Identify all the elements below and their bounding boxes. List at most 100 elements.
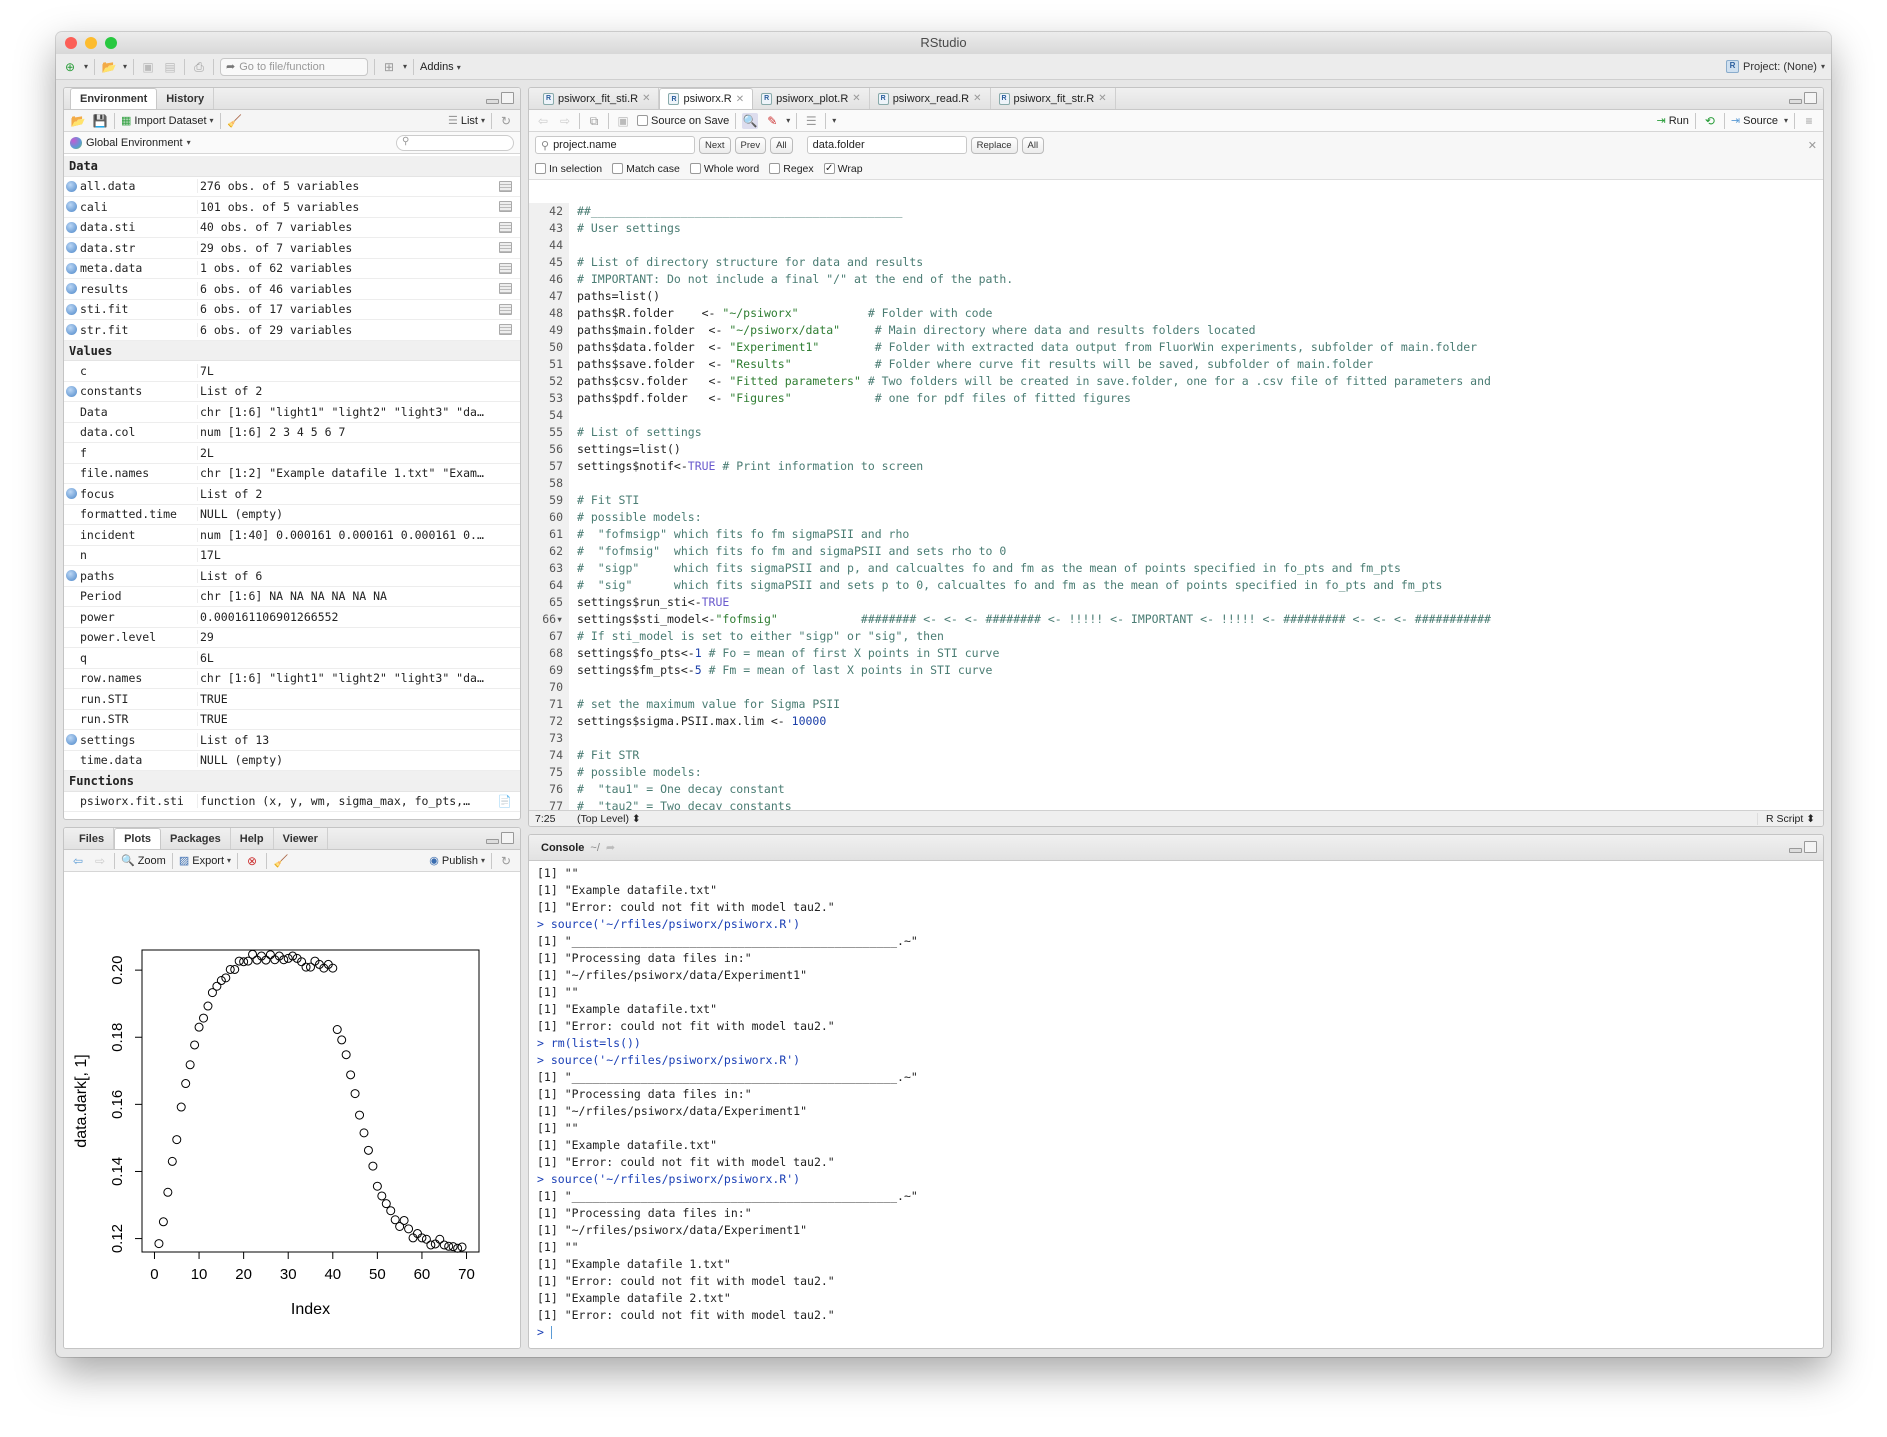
env-row-c[interactable]: c 7L [64,361,520,382]
env-row-data-col[interactable]: data.col num [1:6] 2 3 4 5 6 7 [64,423,520,443]
code-tools-wand-icon[interactable]: ✎ [764,113,780,129]
tab-viewer[interactable]: Viewer [274,828,328,849]
expand-arrow-icon[interactable] [65,180,77,192]
editor-tab-psiworx-read-R[interactable]: Rpsiworx_read.R ✕ [870,88,991,109]
code-line[interactable]: settings$run_sti<-TRUE [577,594,1823,611]
refresh-icon[interactable]: ↻ [498,113,514,129]
option-match-case-checkbox[interactable]: Match case [612,163,680,175]
env-search-input[interactable]: ⚲ [396,134,514,151]
code-line[interactable]: # User settings [577,220,1823,237]
minimize-pane-button[interactable] [1789,847,1802,853]
view-table-icon[interactable] [498,303,512,315]
replace-input[interactable]: data.folder [806,136,967,154]
code-line[interactable]: # "fofmsig" which fits fo fm and sigmaPS… [577,543,1823,560]
view-table-icon[interactable] [498,242,512,254]
console-output[interactable]: [1] "" [1] "Example datafile.txt" [1] "Err… [529,861,1823,1348]
remove-plot-icon[interactable]: ⊗ [244,853,260,869]
show-in-window-icon[interactable]: ⧉ [586,113,602,129]
option-whole-word-checkbox[interactable]: Whole word [689,163,759,175]
forward-arrow-icon[interactable]: ⇨ [557,113,573,129]
pane-layout-icon[interactable]: ⊞ [381,59,397,75]
env-row-file-names[interactable]: file.names chr [1:2] "Example datafile 1.… [64,464,520,484]
view-table-icon[interactable] [498,180,512,192]
code-line[interactable]: # possible models: [577,509,1823,526]
find-prev-button[interactable]: Prev [734,136,767,154]
code-line[interactable]: # Fit STI [577,492,1823,509]
code-line[interactable]: # set the maximum value for Sigma PSII [577,696,1823,713]
view-table-icon[interactable] [498,262,512,274]
env-row-n[interactable]: n 17L [64,546,520,566]
option-wrap-checkbox[interactable]: ✓ Wrap [823,163,863,175]
broom-icon[interactable]: 🧹 [227,113,243,129]
editor-tab-psiworx-plot-R[interactable]: Rpsiworx_plot.R ✕ [753,88,870,109]
code-line[interactable] [577,475,1823,492]
source-button[interactable]: ⇥ Source [1731,114,1778,128]
code-line[interactable]: paths$pdf.folder <- "Figures" # one for … [577,390,1823,407]
maximize-pane-button[interactable] [1804,92,1817,104]
source-dropdown[interactable]: ▾ [1784,116,1788,125]
code-line[interactable]: settings$fm_pts<-5 # Fm = mean of last X… [577,662,1823,679]
replace-button[interactable]: Replace [970,136,1018,154]
expand-arrow-icon[interactable] [65,283,77,295]
expand-arrow-icon[interactable] [65,303,77,315]
code-line[interactable]: paths$data.folder <- "Experiment1" # Fol… [577,339,1823,356]
code-line[interactable]: # possible models: [577,764,1823,781]
expand-arrow-icon[interactable] [65,262,77,274]
open-dropdown[interactable]: ▾ [123,62,127,71]
editor-tab-psiworx-fit-sti-R[interactable]: Rpsiworx_fit_sti.R ✕ [535,88,660,109]
code-line[interactable]: # "sigp" which fits sigmaPSII and p, and… [577,560,1823,577]
expand-arrow-icon[interactable] [65,734,77,746]
tab-history[interactable]: History [157,88,215,109]
save-icon[interactable]: ▣ [615,113,631,129]
code-line[interactable]: paths$R.folder <- "~/psiworx" # Folder w… [577,305,1823,322]
env-row-data-sti[interactable]: data.sti 40 obs. of 7 variables [64,218,520,238]
maximize-pane-button[interactable] [501,832,514,844]
scope-selector[interactable]: (Top Level) ⬍ [569,813,641,825]
new-file-icon[interactable]: ⊕ [62,59,78,75]
file-type-selector[interactable]: R Script ⬍ [1756,812,1823,825]
env-row-constants[interactable]: constants List of 2 [64,382,520,402]
code-line[interactable] [577,679,1823,696]
view-mode-dropdown[interactable]: ☰ List ▾ [448,114,485,128]
close-tab-icon[interactable]: ✕ [973,93,981,104]
layout-dropdown[interactable]: ▾ [403,62,407,71]
env-row-run-STR[interactable]: run.STR TRUE [64,710,520,730]
code-line[interactable]: settings$sigma.PSII.max.lim <- 10000 [577,713,1823,730]
env-row-str-fit[interactable]: str.fit 6 obs. of 29 variables [64,320,520,341]
go-to-directory-icon[interactable]: ➦ [606,841,615,854]
save-all-icon[interactable]: ▤ [162,59,178,75]
env-row-formatted-time[interactable]: formatted.time NULL (empty) [64,505,520,525]
close-window-button[interactable] [65,37,77,49]
env-row-settings[interactable]: settings List of 13 [64,730,520,751]
code-lines[interactable]: ##______________________________________… [569,203,1823,810]
tab-packages[interactable]: Packages [161,828,231,849]
source-on-save-checkbox[interactable]: Source on Save [637,115,729,127]
env-row-meta-data[interactable]: meta.data 1 obs. of 62 variables [64,259,520,279]
code-line[interactable]: settings$notif<-TRUE # Print information… [577,458,1823,475]
expand-arrow-icon[interactable] [65,570,77,582]
minimize-pane-button[interactable] [1789,98,1802,104]
code-line[interactable]: paths$save.folder <- "Results" # Folder … [577,356,1823,373]
open-folder-icon[interactable]: 📂 [101,59,117,75]
back-arrow-icon[interactable]: ⇦ [70,853,86,869]
code-line[interactable]: paths=list() [577,288,1823,305]
env-row-results[interactable]: results 6 obs. of 46 variables [64,279,520,300]
expand-arrow-icon[interactable] [65,488,77,500]
code-line[interactable]: settings=list() [577,441,1823,458]
code-line[interactable]: # IMPORTANT: Do not include a final "/" … [577,271,1823,288]
expand-arrow-icon[interactable] [65,242,77,254]
env-row-cali[interactable]: cali 101 obs. of 5 variables [64,197,520,218]
code-line[interactable]: ##______________________________________… [577,203,1823,220]
env-row-sti-fit[interactable]: sti.fit 6 obs. of 17 variables [64,300,520,320]
import-dataset-button[interactable]: ▦ Import Dataset ▾ [121,114,214,128]
maximize-pane-button[interactable] [501,92,514,104]
expand-arrow-icon[interactable] [65,221,77,233]
save-icon[interactable]: ▣ [140,59,156,75]
editor-tab-psiworx-fit-str-R[interactable]: Rpsiworx_fit_str.R ✕ [991,88,1116,109]
minimize-pane-button[interactable] [486,98,499,104]
addins-menu[interactable]: Addins ▾ [420,61,461,73]
tab-files[interactable]: Files [70,828,115,849]
code-line[interactable]: # "sig" which fits sigmaPSII and sets p … [577,577,1823,594]
goto-file-input[interactable]: ➦ Go to file/function [220,57,369,76]
clear-plots-broom-icon[interactable]: 🧹 [273,853,289,869]
